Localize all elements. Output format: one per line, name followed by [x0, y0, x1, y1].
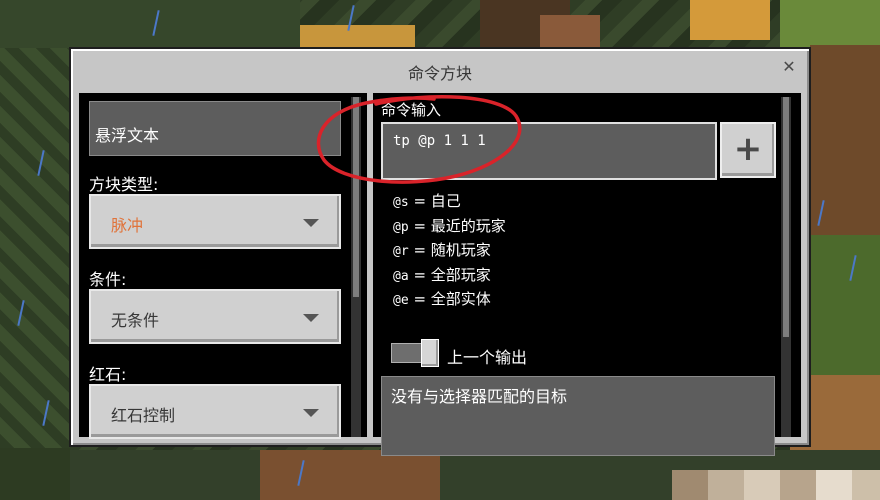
pixel-watermark [816, 470, 852, 500]
chevron-down-icon [303, 314, 319, 322]
redstone-value: 红石控制 [111, 406, 176, 425]
previous-output-box: 没有与选择器匹配的目标 [381, 376, 775, 456]
command-input[interactable]: tp @p 1 1 1 [381, 122, 717, 180]
list-item: @a = 全部玩家 [393, 263, 506, 288]
list-item: @p = 最近的玩家 [393, 214, 506, 239]
list-item: @e = 全部实体 [393, 287, 506, 312]
previous-output-toggle[interactable] [391, 339, 439, 367]
list-item: @r = 随机玩家 [393, 238, 506, 263]
block-type-dropdown[interactable]: 脉冲 [89, 194, 341, 249]
condition-dropdown[interactable]: 无条件 [89, 289, 341, 344]
dialog-title: 命令方块 [407, 64, 472, 83]
command-panel: 命令输入 tp @p 1 1 1 + @s = 自己 @p = 最近的玩家 @r… [373, 93, 801, 456]
selector-desc: = 全部实体 [413, 290, 491, 308]
selector-code: @p [393, 219, 409, 235]
pixel-watermark [708, 470, 744, 500]
redstone-dropdown[interactable]: 红石控制 [89, 384, 341, 439]
selector-desc: = 自己 [413, 192, 461, 210]
block-type-label: 方块类型: [89, 175, 159, 194]
chevron-down-icon [303, 219, 319, 227]
hover-text-input[interactable]: 悬浮文本 [89, 101, 341, 156]
selector-code: @s [393, 195, 409, 210]
grass-block [780, 0, 880, 48]
pixel-watermark [780, 470, 816, 500]
right-scrollbar-thumb[interactable] [783, 97, 789, 337]
plus-icon: + [733, 129, 763, 169]
command-input-label: 命令输入 [381, 101, 442, 119]
close-icon[interactable]: ✕ [781, 59, 797, 75]
selector-desc: = 最近的玩家 [413, 216, 506, 235]
dirt-path [260, 450, 440, 500]
chevron-down-icon [303, 409, 319, 417]
leaves-block [810, 235, 880, 375]
command-block-dialog: 命令方块 ✕ 悬浮文本 方块类型: 脉冲 条件: 无条件 红石: 红石控制 命令… [69, 47, 811, 456]
condition-label: 条件: [89, 270, 127, 289]
dirt-block [540, 15, 600, 48]
selector-desc: = 随机玩家 [413, 241, 491, 259]
selector-code: @e [393, 293, 409, 308]
selector-desc: = 全部玩家 [413, 265, 491, 284]
pixel-watermark [852, 470, 880, 500]
left-scrollbar[interactable] [351, 97, 361, 437]
leaves-block [0, 48, 70, 448]
previous-output-label: 上一个输出 [447, 348, 528, 367]
selector-help-list: @s = 自己 @p = 最近的玩家 @r = 随机玩家 @a = 全部玩家 @… [393, 189, 506, 312]
right-scrollbar[interactable] [781, 97, 791, 437]
selector-code: @r [393, 244, 409, 259]
selector-code: @a [393, 268, 409, 284]
pixel-watermark [672, 470, 708, 500]
toggle-knob [421, 339, 439, 367]
pumpkin-block [690, 0, 770, 40]
list-item: @s = 自己 [393, 189, 506, 214]
left-scrollbar-thumb[interactable] [353, 97, 359, 297]
block-type-value: 脉冲 [111, 216, 144, 235]
redstone-label: 红石: [89, 365, 127, 384]
condition-value: 无条件 [111, 311, 160, 330]
leaves-block [0, 440, 70, 500]
leaves-block [0, 0, 300, 48]
add-button[interactable]: + [720, 122, 776, 178]
pixel-watermark [744, 470, 780, 500]
settings-panel: 悬浮文本 方块类型: 脉冲 条件: 无条件 红石: 红石控制 [79, 93, 367, 439]
